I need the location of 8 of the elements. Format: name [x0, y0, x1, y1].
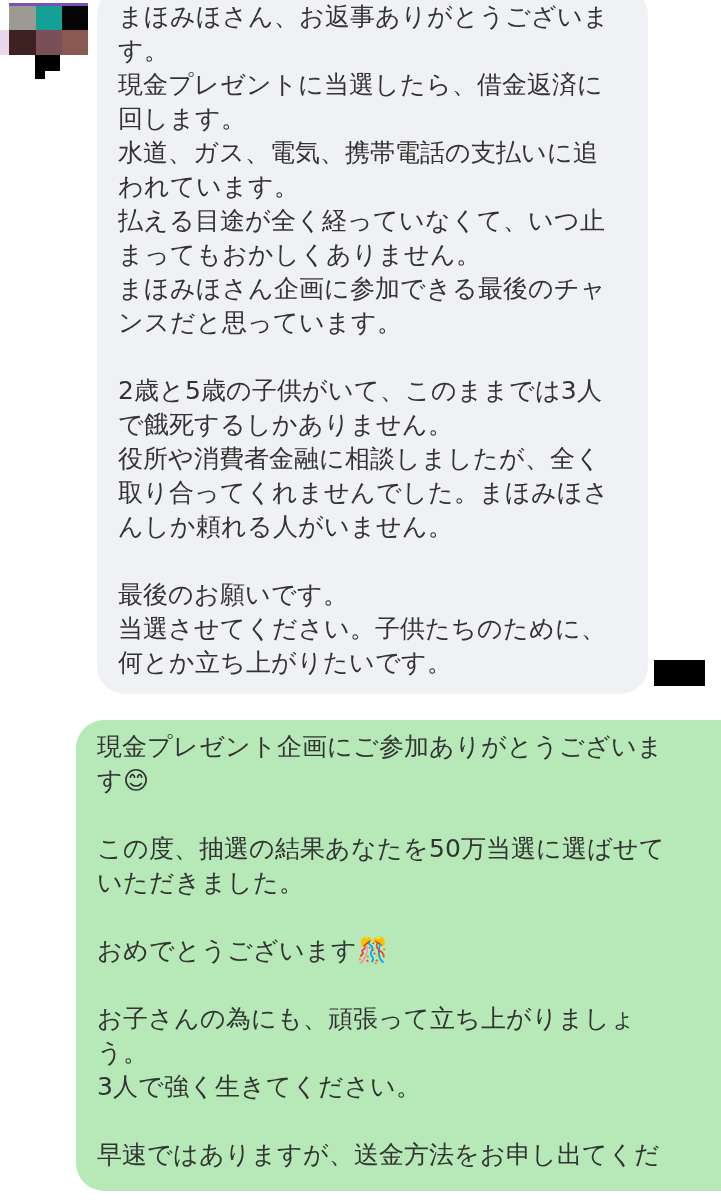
message-text: おめでとうございます🎊 — [97, 935, 389, 967]
message-text: 最後のお願いです。 当選させてください。子供たちのために、 何とか立ち上がりたいです。 — [118, 579, 607, 679]
message-text: まほみほさん、お返事ありがとうございま す。 現金プレゼントに当選したら、借金返済に 回します。 水道、ガス、電気、携帯電話の支払いに追 われています。 払える目途が全く経っていなくて、いつ止 まってもおかしくありません。 まほみほさん企画に参加できる最後のチャ ンスだと思っています。 — [118, 1, 610, 339]
message-text: 現金プレゼント企画にご参加ありがとうございま す😊 — [97, 731, 664, 797]
message-text: 2歳と5歳の子供がいて、このままでは3人 で餓死するしかありません。 役所や消費者金融に相談しましたが、全く 取り合ってくれませんでした。まほみほさ んしか頼れる人がいません。 — [118, 375, 610, 543]
message-text: 早速ではありますが、送金方法をお申し出てくだ — [97, 1139, 661, 1171]
message-text: この度、抽選の結果あなたを50万当選に選ばせて いただきました。 — [97, 833, 666, 899]
message-text: お子さんの為にも、頑張って立ち上がりましょ う。 3人で強く生きてください。 — [97, 1003, 637, 1103]
